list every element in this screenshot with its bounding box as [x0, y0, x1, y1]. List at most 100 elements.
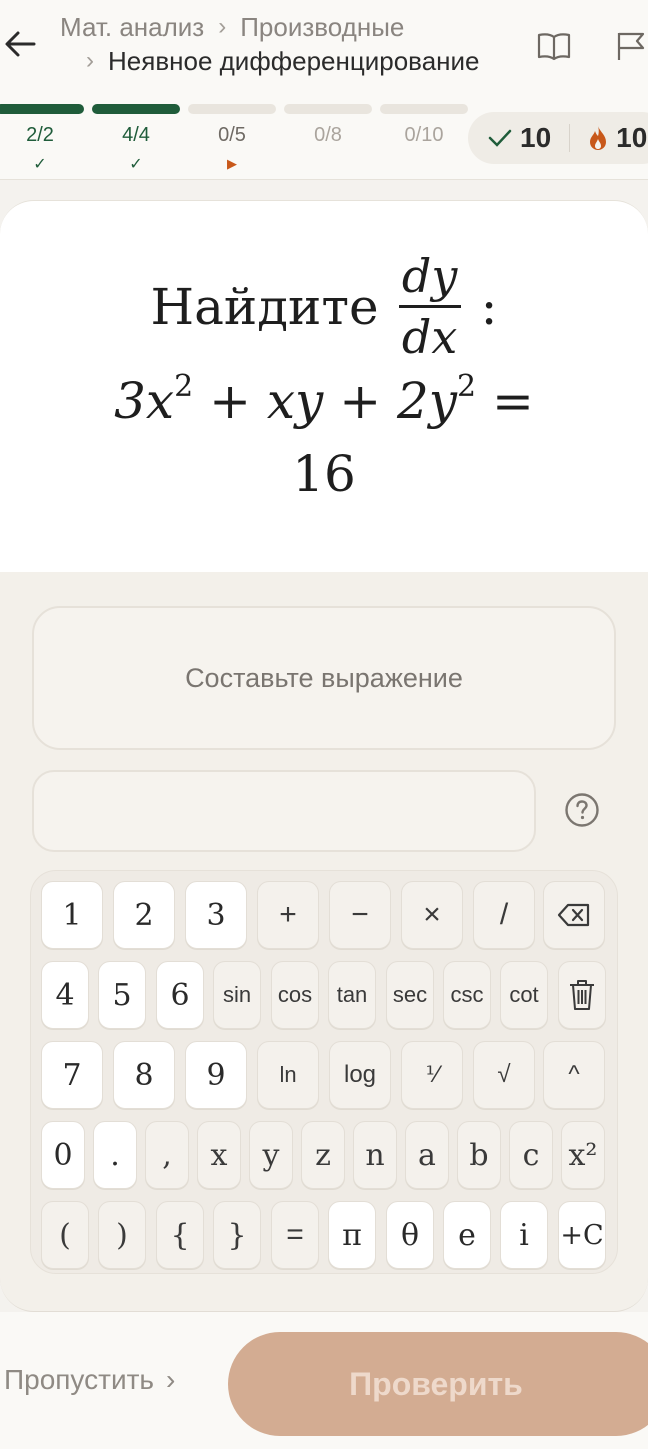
- progress-count[interactable]: 2/2: [0, 124, 80, 147]
- breadcrumb-root[interactable]: Мат. анализ: [60, 10, 204, 44]
- key-c[interactable]: c: [509, 1121, 553, 1189]
- theory-book-button[interactable]: [534, 26, 574, 66]
- answer-area: Составьте выражение 1 2 3 + − × / 4 5 6 …: [0, 572, 648, 1312]
- fraction-denominator: dx: [401, 310, 458, 364]
- key-b[interactable]: b: [457, 1121, 501, 1189]
- key-pi[interactable]: π: [328, 1201, 376, 1269]
- level-progress: 2/2 4/4 0/5 0/8 0/10 ✓ ✓ ▶: [0, 104, 470, 174]
- key-open-paren[interactable]: (: [41, 1201, 89, 1269]
- key-multiply[interactable]: ×: [401, 881, 463, 949]
- streak-count-value: 10: [616, 122, 648, 153]
- key-plus-c[interactable]: +C: [558, 1201, 606, 1269]
- divider: [569, 124, 571, 152]
- progress-segment: [0, 104, 84, 114]
- key-cot[interactable]: cot: [500, 961, 548, 1029]
- equation-term: =: [476, 372, 534, 430]
- key-5[interactable]: 5: [98, 961, 146, 1029]
- progress-count[interactable]: 0/5: [192, 124, 272, 147]
- equation-line: 3x2 + xy + 2y2 =: [0, 369, 648, 430]
- equation-term: 3x: [114, 372, 175, 430]
- key-7[interactable]: 7: [41, 1041, 103, 1109]
- chevron-right-icon: ›: [218, 13, 227, 40]
- key-ln[interactable]: ln: [257, 1041, 319, 1109]
- key-2[interactable]: 2: [113, 881, 175, 949]
- score-badge: 10 10: [468, 112, 648, 164]
- key-sin[interactable]: sin: [213, 961, 261, 1029]
- key-1[interactable]: 1: [41, 881, 103, 949]
- key-backspace[interactable]: [543, 881, 605, 949]
- breadcrumb: Мат. анализ › Производные › Неявное дифф…: [60, 10, 510, 78]
- correct-count: 10: [488, 122, 551, 154]
- key-8[interactable]: 8: [113, 1041, 175, 1109]
- key-z[interactable]: z: [301, 1121, 345, 1189]
- key-close-brace[interactable]: }: [213, 1201, 261, 1269]
- key-y[interactable]: y: [249, 1121, 293, 1189]
- key-divide[interactable]: /: [473, 881, 535, 949]
- play-triangle-icon: ▶: [227, 156, 237, 171]
- arrow-left-icon: [5, 31, 36, 57]
- question-prefix: Найдите: [150, 277, 379, 336]
- key-cos[interactable]: cos: [271, 961, 319, 1029]
- key-6[interactable]: 6: [156, 961, 204, 1029]
- question-line-1: Найдите dy dx :: [0, 251, 648, 362]
- checkmark-icon: ✓: [129, 156, 143, 173]
- key-n[interactable]: n: [353, 1121, 397, 1189]
- progress-count[interactable]: 0/8: [288, 124, 368, 147]
- key-power[interactable]: ^: [543, 1041, 605, 1109]
- key-sqrt[interactable]: √: [473, 1041, 535, 1109]
- equation-exponent: 2: [174, 369, 194, 404]
- key-tan[interactable]: tan: [328, 961, 376, 1029]
- streak-count: 10: [588, 122, 647, 154]
- key-minus[interactable]: −: [329, 881, 391, 949]
- key-clear[interactable]: [558, 961, 606, 1029]
- key-reciprocal[interactable]: ⅟: [401, 1041, 463, 1109]
- key-equals[interactable]: =: [271, 1201, 319, 1269]
- backspace-icon: [557, 903, 590, 927]
- skip-button[interactable]: Пропустить ›: [4, 1364, 175, 1396]
- expression-input[interactable]: [32, 770, 536, 852]
- breadcrumb-section[interactable]: Производные: [240, 10, 404, 44]
- equation-term: + xy + 2y: [193, 372, 458, 430]
- question-colon: :: [480, 277, 498, 336]
- compose-expression-area[interactable]: Составьте выражение: [32, 606, 616, 750]
- key-x-squared[interactable]: x²: [561, 1121, 605, 1189]
- check-button[interactable]: Проверить: [228, 1332, 648, 1436]
- back-button[interactable]: [0, 24, 40, 64]
- trash-icon: [570, 980, 594, 1010]
- flag-icon: [617, 32, 645, 60]
- key-0[interactable]: 0: [41, 1121, 85, 1189]
- checkmark-icon: ✓: [33, 156, 47, 173]
- header: Мат. анализ › Производные › Неявное дифф…: [0, 0, 648, 180]
- key-close-paren[interactable]: ): [98, 1201, 146, 1269]
- progress-count[interactable]: 4/4: [96, 124, 176, 147]
- key-e[interactable]: e: [443, 1201, 491, 1269]
- flame-icon: [590, 126, 607, 150]
- key-log[interactable]: log: [329, 1041, 391, 1109]
- key-theta[interactable]: θ: [386, 1201, 434, 1269]
- question-circle-icon: [565, 793, 599, 827]
- progress-count[interactable]: 0/10: [384, 124, 464, 147]
- key-decimal[interactable]: .: [93, 1121, 137, 1189]
- check-icon: [488, 129, 512, 147]
- key-4[interactable]: 4: [41, 961, 89, 1029]
- key-csc[interactable]: csc: [443, 961, 491, 1029]
- report-flag-button[interactable]: [610, 26, 648, 66]
- key-3[interactable]: 3: [185, 881, 247, 949]
- fraction-bar: [398, 305, 461, 308]
- key-x[interactable]: x: [197, 1121, 241, 1189]
- key-a[interactable]: a: [405, 1121, 449, 1189]
- progress-segment: [188, 104, 276, 114]
- breadcrumb-current: Неявное дифференцирование: [108, 46, 480, 76]
- question-card: Найдите dy dx : 3x2 + xy + 2y2 = 16: [0, 200, 648, 572]
- key-i[interactable]: i: [500, 1201, 548, 1269]
- key-plus[interactable]: +: [257, 881, 319, 949]
- chevron-right-icon: ›: [166, 1364, 176, 1395]
- key-open-brace[interactable]: {: [156, 1201, 204, 1269]
- derivative-fraction: dy dx: [398, 251, 461, 364]
- correct-count-value: 10: [520, 122, 552, 153]
- math-keypad: 1 2 3 + − × / 4 5 6 sin cos tan sec csc …: [30, 870, 618, 1274]
- key-sec[interactable]: sec: [386, 961, 434, 1029]
- help-button[interactable]: [562, 790, 602, 830]
- key-9[interactable]: 9: [185, 1041, 247, 1109]
- key-comma[interactable]: ,: [145, 1121, 189, 1189]
